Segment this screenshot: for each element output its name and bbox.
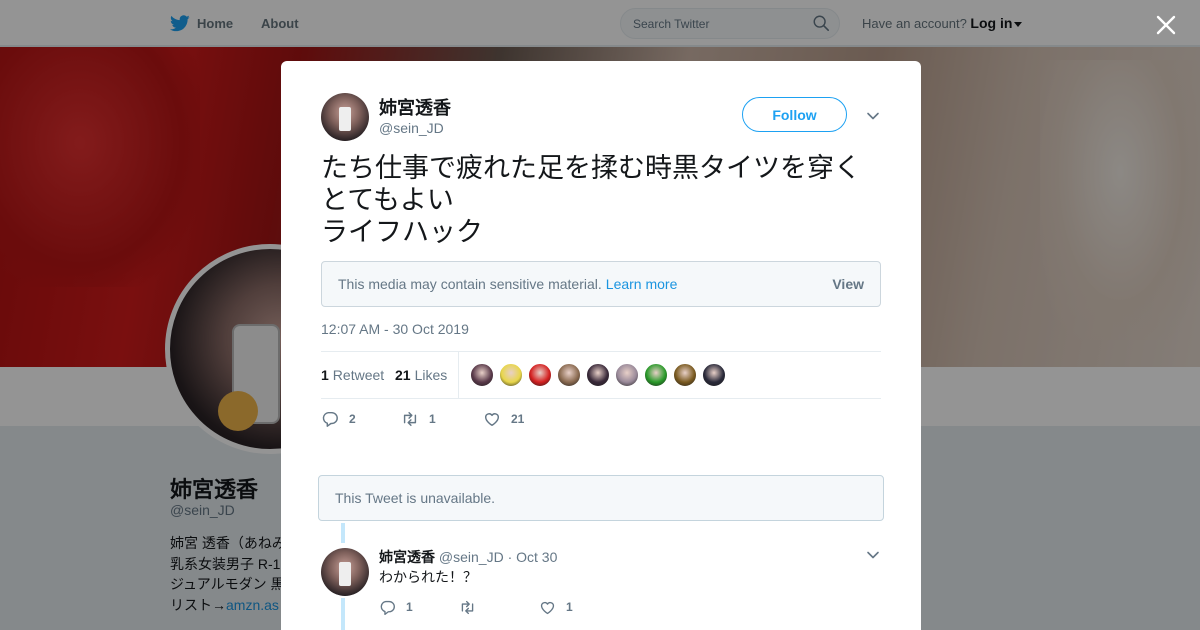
like-count: 21 [511, 412, 525, 426]
reply-action[interactable]: 1 [379, 597, 413, 617]
like-action[interactable]: 21 [483, 409, 524, 429]
thread-line [341, 523, 345, 543]
likes-stat[interactable]: 21 Likes [395, 367, 447, 383]
liker-avatar[interactable] [615, 363, 639, 387]
liker-avatar[interactable] [673, 363, 697, 387]
liker-avatar[interactable] [528, 363, 552, 387]
tweet-author-name[interactable]: 姉宮透香 [379, 94, 451, 120]
retweet-icon [461, 600, 474, 614]
liker-avatar[interactable] [586, 363, 610, 387]
liker-avatar[interactable] [470, 363, 494, 387]
heart-icon [540, 601, 555, 614]
reply-icon [380, 600, 395, 615]
reply-date[interactable]: Oct 30 [516, 549, 557, 565]
liker-avatar[interactable] [557, 363, 581, 387]
like-action[interactable]: 1 [539, 597, 573, 617]
retweet-action[interactable] [459, 597, 486, 617]
reply-author-avatar[interactable] [321, 548, 369, 596]
stats-divider [458, 352, 459, 398]
chevron-down-icon[interactable] [866, 109, 880, 123]
tweet-author-avatar[interactable] [321, 93, 369, 141]
tweet-unavailable-notice: This Tweet is unavailable. [318, 475, 884, 521]
thread-line [341, 598, 345, 630]
learn-more-link[interactable]: Learn more [606, 276, 678, 292]
retweet-icon [403, 411, 417, 427]
reply-icon [322, 411, 338, 427]
like-count: 1 [566, 600, 573, 614]
liker-avatar[interactable] [644, 363, 668, 387]
tweet-author-handle[interactable]: @sein_JD [379, 120, 444, 136]
retweet-action[interactable]: 1 [401, 409, 436, 429]
tweet-text: たち仕事で疲れた足を揉む時黒タイツを穿く とてもよい ライフハック [321, 153, 861, 247]
chevron-down-icon[interactable] [866, 548, 880, 562]
reply-action[interactable]: 2 [321, 409, 356, 429]
view-media-button[interactable]: View [832, 276, 864, 292]
close-icon[interactable] [1155, 14, 1177, 36]
reply-header: 姉宮透香 @sein_JD · Oct 30 [379, 547, 557, 567]
tweet-timestamp[interactable]: 12:07 AM - 30 Oct 2019 [321, 321, 469, 337]
heart-icon [484, 413, 500, 427]
reply-author-handle[interactable]: @sein_JD [439, 549, 504, 565]
reply-count: 2 [349, 412, 356, 426]
retweet-stat[interactable]: 1 Retweet [321, 367, 384, 383]
retweet-count: 1 [429, 412, 436, 426]
reply-count: 1 [406, 600, 413, 614]
reply-separator: · [507, 549, 513, 565]
reply-author-name[interactable]: 姉宮透香 [379, 549, 435, 565]
liker-avatar[interactable] [499, 363, 523, 387]
likers-avatars [470, 363, 731, 387]
follow-button[interactable]: Follow [742, 97, 847, 132]
reply-text: わかられた！？ [379, 569, 477, 585]
sensitive-notice-text: This media may contain sensitive materia… [338, 276, 602, 292]
tweet-stats: 1 Retweet 21 Likes [321, 351, 881, 399]
liker-avatar[interactable] [702, 363, 726, 387]
tweet-permalink-modal: 姉宮透香 @sein_JD Follow たち仕事で疲れた足を揉む時黒タイツを穿… [281, 61, 921, 630]
sensitive-media-notice: This media may contain sensitive materia… [321, 261, 881, 307]
